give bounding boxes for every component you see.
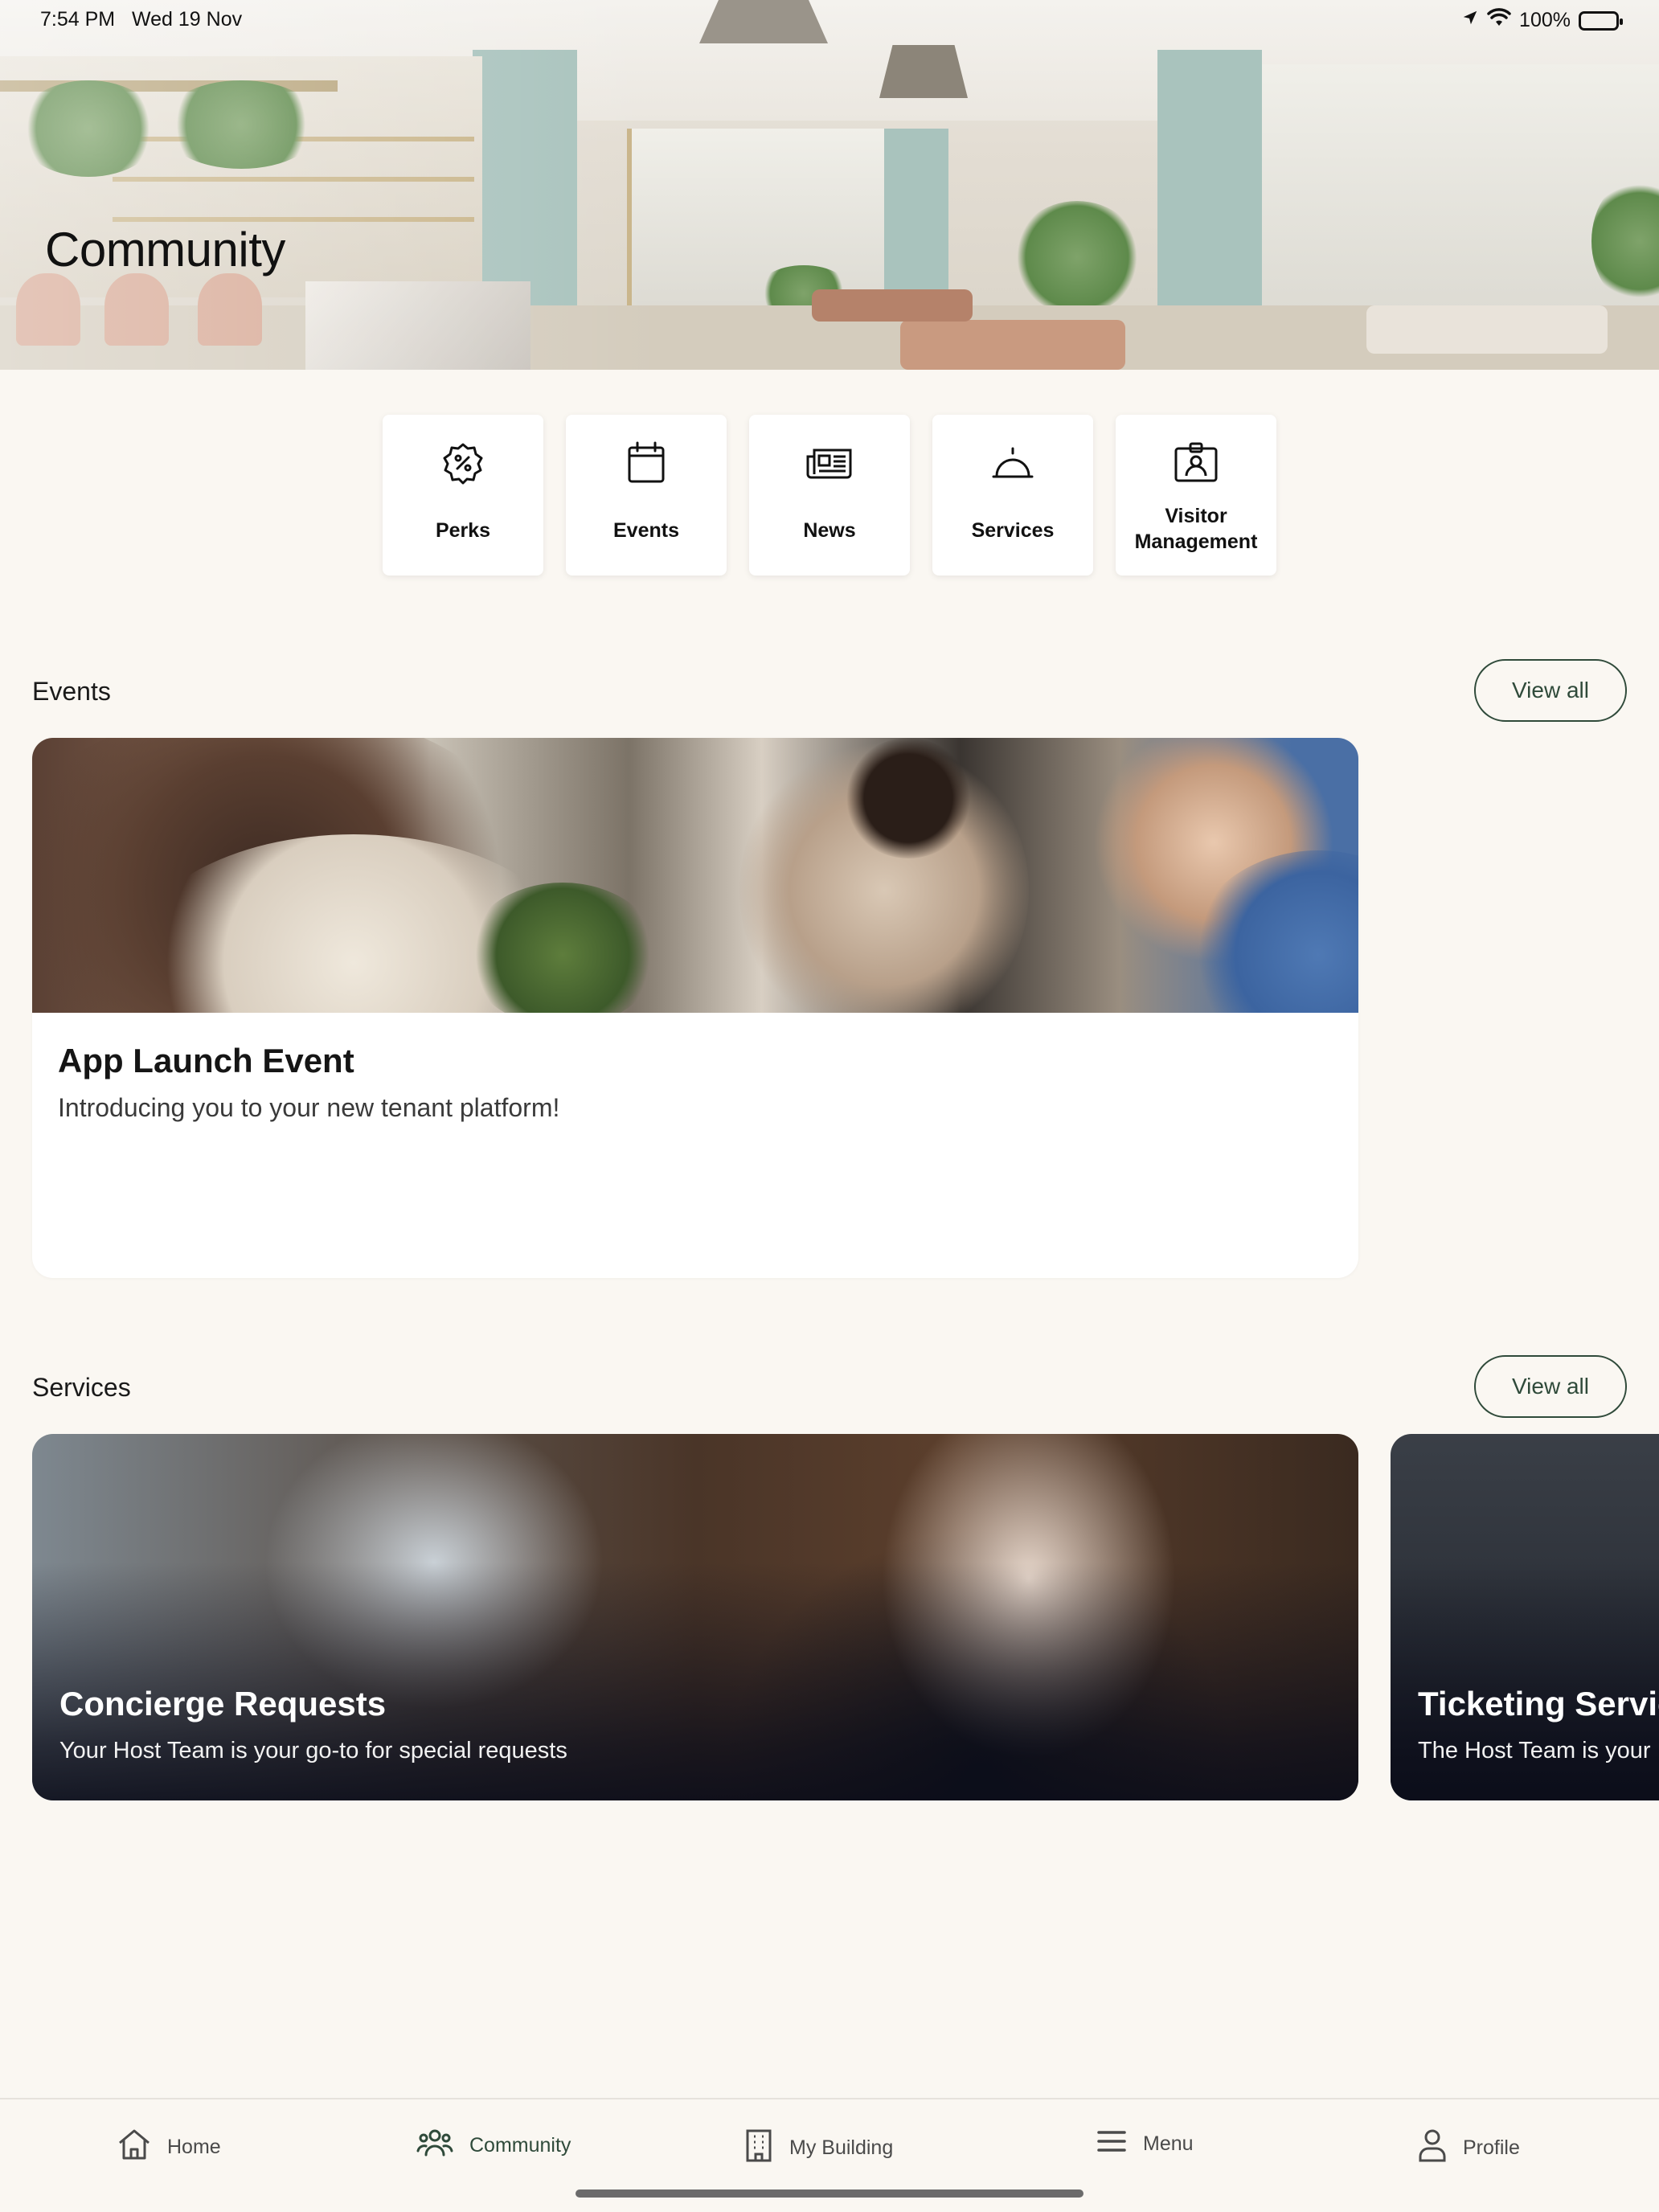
quick-link-label: News [803, 519, 856, 542]
service-title: Concierge Requests [59, 1685, 387, 1722]
status-indicators: 100% [1461, 8, 1623, 33]
service-card-ticketing[interactable]: Ticketing Servic The Host Team is your [1391, 1434, 1659, 1800]
quick-link-perks[interactable]: Perks [383, 415, 543, 576]
status-date: Wed 19 Nov [132, 8, 243, 31]
event-card[interactable]: App Launch Event Introducing you to your… [32, 738, 1358, 1278]
home-icon [117, 2128, 151, 2166]
people-icon [416, 2128, 453, 2163]
tab-label: Menu [1143, 2132, 1194, 2155]
tab-home[interactable]: Home [117, 2128, 221, 2166]
quick-link-news[interactable]: News [749, 415, 910, 576]
quick-link-events[interactable]: Events [566, 415, 727, 576]
calendar-icon [622, 439, 670, 487]
tab-menu[interactable]: Menu [1096, 2128, 1194, 2160]
tab-my-building[interactable]: My Building [744, 2128, 893, 2168]
events-view-all-button[interactable]: View all [1474, 659, 1627, 722]
service-card-concierge[interactable]: Concierge Requests Your Host Team is you… [32, 1434, 1358, 1800]
battery-icon [1579, 10, 1623, 31]
hero-banner [0, 0, 1659, 370]
service-bell-icon [989, 439, 1037, 487]
hamburger-menu-icon [1096, 2128, 1127, 2160]
id-badge-icon [1172, 439, 1220, 487]
home-indicator[interactable] [576, 2189, 1083, 2198]
quick-link-visitor-management[interactable]: Visitor Management [1116, 415, 1276, 576]
tab-label: Home [167, 2136, 221, 2158]
quick-link-label: Services [971, 519, 1055, 542]
services-section-title: Services [32, 1373, 131, 1402]
service-title: Ticketing Servic [1418, 1685, 1659, 1722]
tab-profile[interactable]: Profile [1418, 2128, 1520, 2168]
newspaper-icon [805, 439, 854, 487]
event-title: App Launch Event [58, 1042, 354, 1079]
quick-links: Perks Events News Services Visitor Manag… [383, 415, 1276, 576]
event-description: Introducing you to your new tenant platf… [58, 1093, 560, 1122]
quick-link-label: Visitor Management [1134, 505, 1258, 553]
percent-badge-icon [439, 439, 487, 487]
events-section-title: Events [32, 677, 111, 706]
quick-link-label: Events [613, 519, 679, 542]
building-icon [744, 2128, 773, 2168]
page-title: Community [45, 223, 285, 276]
service-description: Your Host Team is your go-to for special… [59, 1738, 567, 1763]
quick-link-services[interactable]: Services [932, 415, 1093, 576]
person-icon [1418, 2128, 1447, 2168]
tab-label: Profile [1463, 2136, 1520, 2159]
quick-link-label: Perks [435, 519, 491, 542]
tab-label: My Building [789, 2136, 894, 2159]
location-arrow-icon [1461, 9, 1479, 32]
service-description: The Host Team is your [1418, 1738, 1651, 1763]
status-time: 7:54 PM [40, 8, 116, 31]
services-view-all-button[interactable]: View all [1474, 1355, 1627, 1418]
wifi-icon [1487, 8, 1511, 33]
tab-community[interactable]: Community [416, 2128, 571, 2163]
event-image [32, 738, 1358, 1013]
tab-label: Community [469, 2134, 571, 2157]
battery-percent: 100% [1519, 9, 1571, 31]
